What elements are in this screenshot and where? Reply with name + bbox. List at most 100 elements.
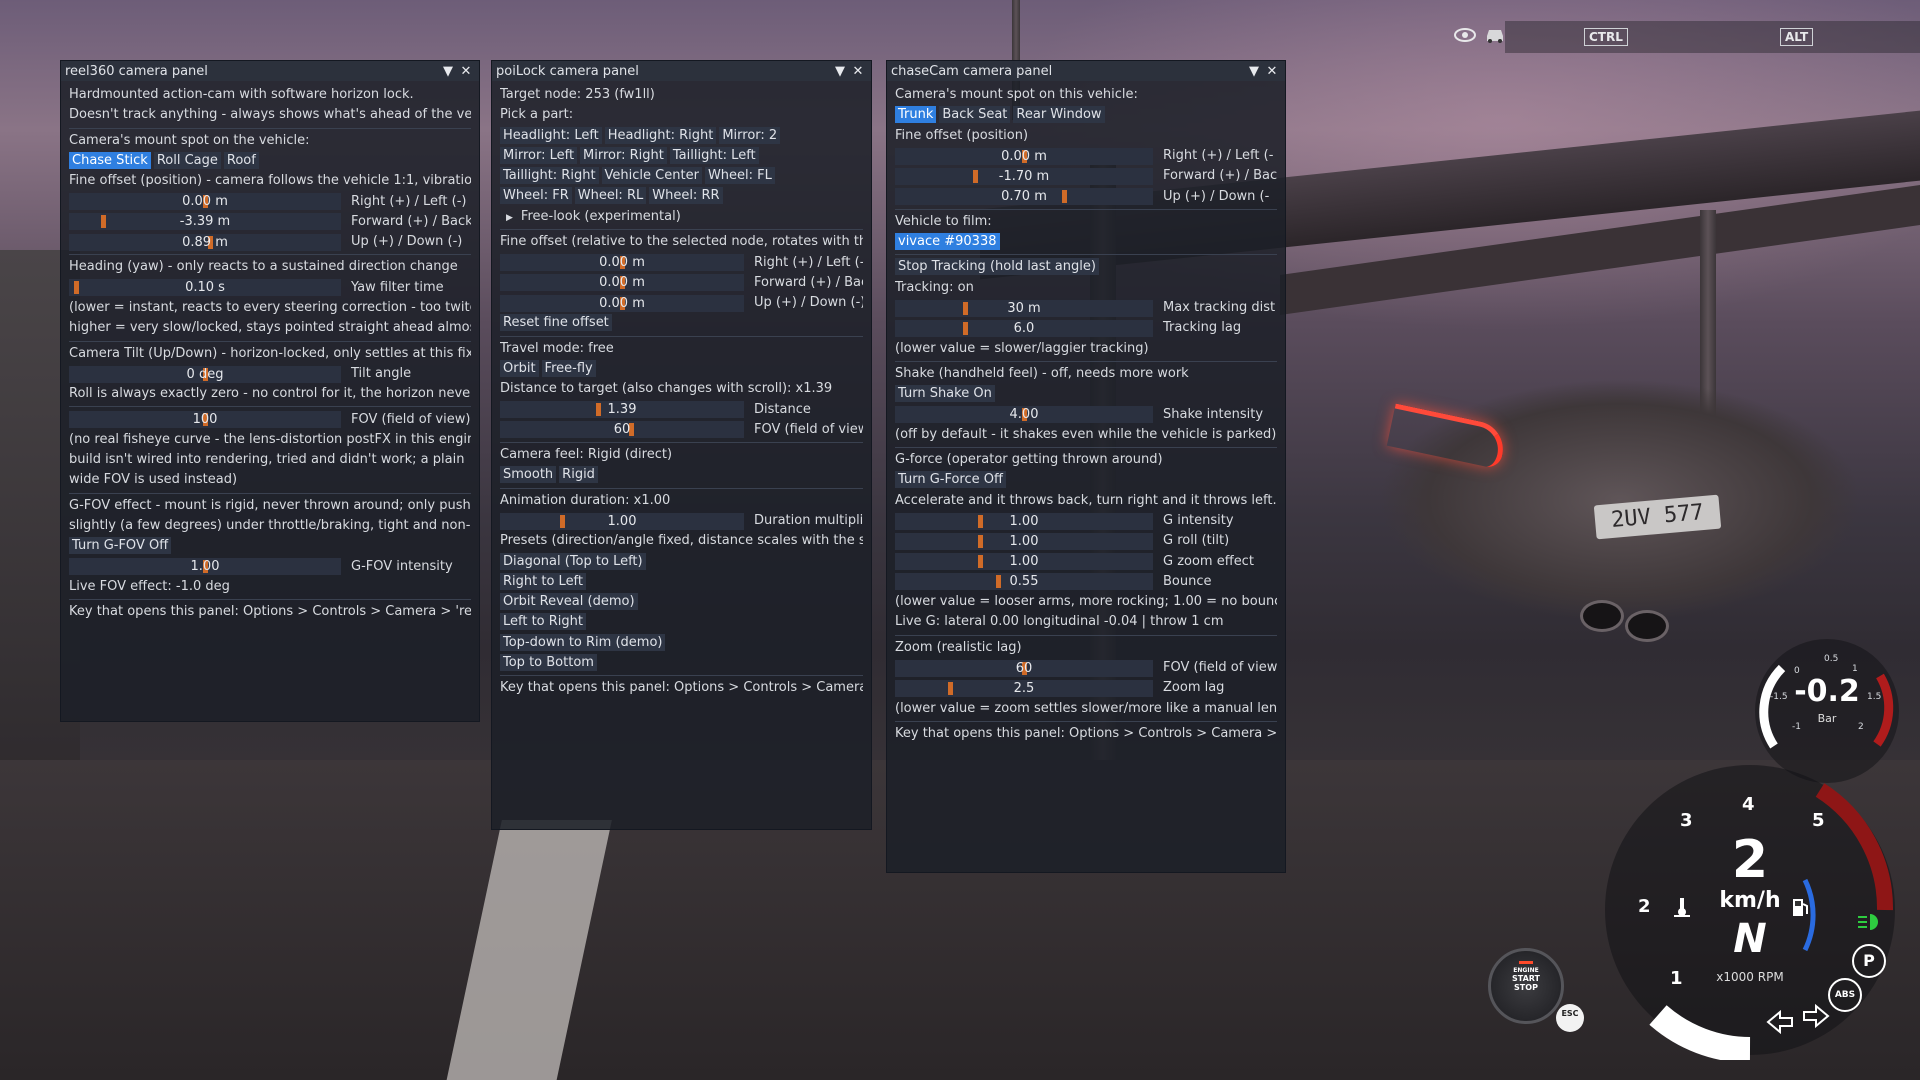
g-zoom-slider[interactable]: 1.00: [895, 553, 1153, 571]
shake-slider[interactable]: 4.00: [895, 406, 1153, 424]
smooth-button[interactable]: Smooth: [500, 466, 557, 484]
eye-icon[interactable]: [1454, 26, 1476, 44]
separator: [500, 229, 863, 231]
zoom-lag-slider[interactable]: 2.5: [895, 679, 1153, 697]
film-vehicle-button[interactable]: vivace #90338: [895, 233, 1000, 251]
offset-x-slider[interactable]: 0.00 m: [69, 193, 341, 211]
orbit-button[interactable]: Orbit: [500, 359, 539, 377]
gforce-toggle-button[interactable]: Turn G-Force Off: [895, 471, 1006, 489]
offset-x-row: 0.00 m Right (+) / Left (-): [500, 252, 863, 272]
part-button[interactable]: Wheel: FL: [704, 167, 775, 185]
part-button[interactable]: Mirror: Right: [580, 146, 667, 164]
tilt-slider[interactable]: 0 deg: [69, 365, 341, 383]
offset-x-slider[interactable]: 0.00 m: [500, 254, 744, 272]
shake-toggle-button[interactable]: Turn Shake On: [895, 385, 995, 403]
part-button[interactable]: Wheel: RR: [649, 187, 723, 205]
g-intensity-row: 1.00 G intensity: [895, 511, 1277, 531]
slider-value: 0.00 m: [599, 295, 645, 311]
preset-button[interactable]: Top to Bottom: [500, 654, 597, 672]
preset-button[interactable]: Right to Left: [500, 572, 587, 590]
stop-tracking-button[interactable]: Stop Tracking (hold last angle): [895, 258, 1099, 276]
mount-label: Camera's mount spot on the vehicle:: [69, 132, 310, 148]
part-button[interactable]: Taillight: Right: [500, 167, 599, 185]
car-icon[interactable]: [1484, 26, 1506, 44]
close-icon[interactable]: ✕: [849, 64, 867, 79]
collapse-icon[interactable]: ▼: [439, 64, 457, 79]
mount-trunk-button[interactable]: Trunk: [895, 106, 937, 124]
note-line: (no real fisheye curve - the lens-distor…: [69, 431, 471, 447]
distance-row: 1.39 Distance: [500, 399, 863, 419]
part-row: Headlight: Left Headlight: Right Mirror: 2: [500, 126, 863, 146]
max-dist-slider[interactable]: 30 m: [895, 299, 1153, 317]
free-fly-button[interactable]: Free-fly: [541, 359, 596, 377]
slider-label: Zoom lag: [1163, 680, 1225, 696]
turbo-tick: 0.5: [1824, 654, 1839, 664]
part-button[interactable]: Wheel: RL: [574, 187, 647, 205]
tracking-lag-row: 6.0 Tracking lag: [895, 318, 1277, 338]
distance-label: Distance to target (also changes with sc…: [500, 381, 833, 397]
slider-label: Forward (+) / Back (-: [351, 213, 471, 229]
g-roll-slider[interactable]: 1.00: [895, 532, 1153, 550]
offset-y-slider[interactable]: -1.70 m: [895, 167, 1153, 185]
engine-start-stop-button[interactable]: ENGINE START STOP: [1488, 948, 1564, 1024]
film-vehicle-row: vivace #90338: [895, 232, 1277, 252]
mount-rear-window-button[interactable]: Rear Window: [1013, 106, 1105, 124]
part-button[interactable]: Taillight: Left: [669, 146, 759, 164]
fov-slider[interactable]: 100: [69, 411, 341, 429]
reset-offset-button[interactable]: Reset fine offset: [500, 314, 612, 332]
slider-label: Forward (+) / Back: [754, 274, 863, 290]
yaw-filter-slider[interactable]: 0.10 s: [69, 279, 341, 297]
offset-z-slider[interactable]: 0.89 m: [69, 233, 341, 251]
panel-titlebar[interactable]: chaseCam camera panel ▼ ✕: [887, 61, 1285, 81]
freelook-tree-node[interactable]: Free-look (experimental): [500, 207, 863, 227]
mount-chase-stick-button[interactable]: Chase Stick: [69, 151, 151, 169]
preset-button[interactable]: Left to Right: [500, 613, 587, 631]
part-button[interactable]: Headlight: Right: [604, 126, 717, 144]
separator: [69, 406, 471, 408]
collapse-icon[interactable]: ▼: [831, 64, 849, 79]
bounce-slider[interactable]: 0.55: [895, 573, 1153, 591]
mount-roll-cage-button[interactable]: Roll Cage: [153, 151, 221, 169]
distance-slider[interactable]: 1.39: [500, 401, 744, 419]
rigid-button[interactable]: Rigid: [559, 466, 598, 484]
panel-title: reel360 camera panel: [65, 63, 208, 79]
esc-button[interactable]: ESC: [1556, 1004, 1584, 1032]
note-line: G-FOV effect - mount is rigid, never thr…: [69, 497, 471, 513]
slider-label: G zoom effect: [1163, 553, 1254, 569]
duration-slider[interactable]: 1.00: [500, 512, 744, 530]
mount-back-seat-button[interactable]: Back Seat: [939, 106, 1011, 124]
separator: [69, 599, 471, 601]
preset-button[interactable]: Diagonal (Top to Left): [500, 552, 646, 570]
part-button[interactable]: Mirror: 2: [719, 126, 781, 144]
close-icon[interactable]: ✕: [1263, 64, 1281, 79]
tracking-lag-slider[interactable]: 6.0: [895, 319, 1153, 337]
part-button[interactable]: Wheel: FR: [500, 187, 572, 205]
headlight-indicator-icon: [1856, 912, 1880, 932]
preset-row: Top-down to Rim (demo): [500, 633, 863, 653]
offset-z-slider[interactable]: 0.70 m: [895, 188, 1153, 206]
part-button[interactable]: Headlight: Left: [500, 126, 602, 144]
panel-titlebar[interactable]: reel360 camera panel ▼ ✕: [61, 61, 479, 81]
close-icon[interactable]: ✕: [457, 64, 475, 79]
offset-y-slider[interactable]: 0.00 m: [500, 274, 744, 292]
gfov-toggle-button[interactable]: Turn G-FOV Off: [69, 537, 172, 555]
collapse-icon[interactable]: ▼: [1245, 64, 1263, 79]
mount-roof-button[interactable]: Roof: [223, 151, 259, 169]
part-button[interactable]: Mirror: Left: [500, 146, 578, 164]
offset-z-slider[interactable]: 0.00 m: [500, 294, 744, 312]
preset-button[interactable]: Orbit Reveal (demo): [500, 593, 638, 611]
preset-button[interactable]: Top-down to Rim (demo): [500, 633, 666, 651]
slider-value: 0.00 m: [182, 194, 228, 210]
note-line: (lower value = zoom settles slower/more …: [895, 700, 1277, 716]
panel-titlebar[interactable]: poiLock camera panel ▼ ✕: [492, 61, 871, 81]
fov-slider[interactable]: 60: [500, 421, 744, 439]
gfov-intensity-slider[interactable]: 1.00: [69, 558, 341, 576]
part-button[interactable]: Vehicle Center: [601, 167, 702, 185]
offset-y-slider[interactable]: -3.39 m: [69, 213, 341, 231]
offset-x-slider[interactable]: 0.00 m: [895, 147, 1153, 165]
zoom-lag-row: 2.5 Zoom lag: [895, 678, 1277, 698]
g-intensity-slider[interactable]: 1.00: [895, 512, 1153, 530]
preset-row: Right to Left: [500, 572, 863, 592]
fov-slider[interactable]: 60: [895, 659, 1153, 677]
slider-label: Up (+) / Down (-): [754, 295, 863, 311]
